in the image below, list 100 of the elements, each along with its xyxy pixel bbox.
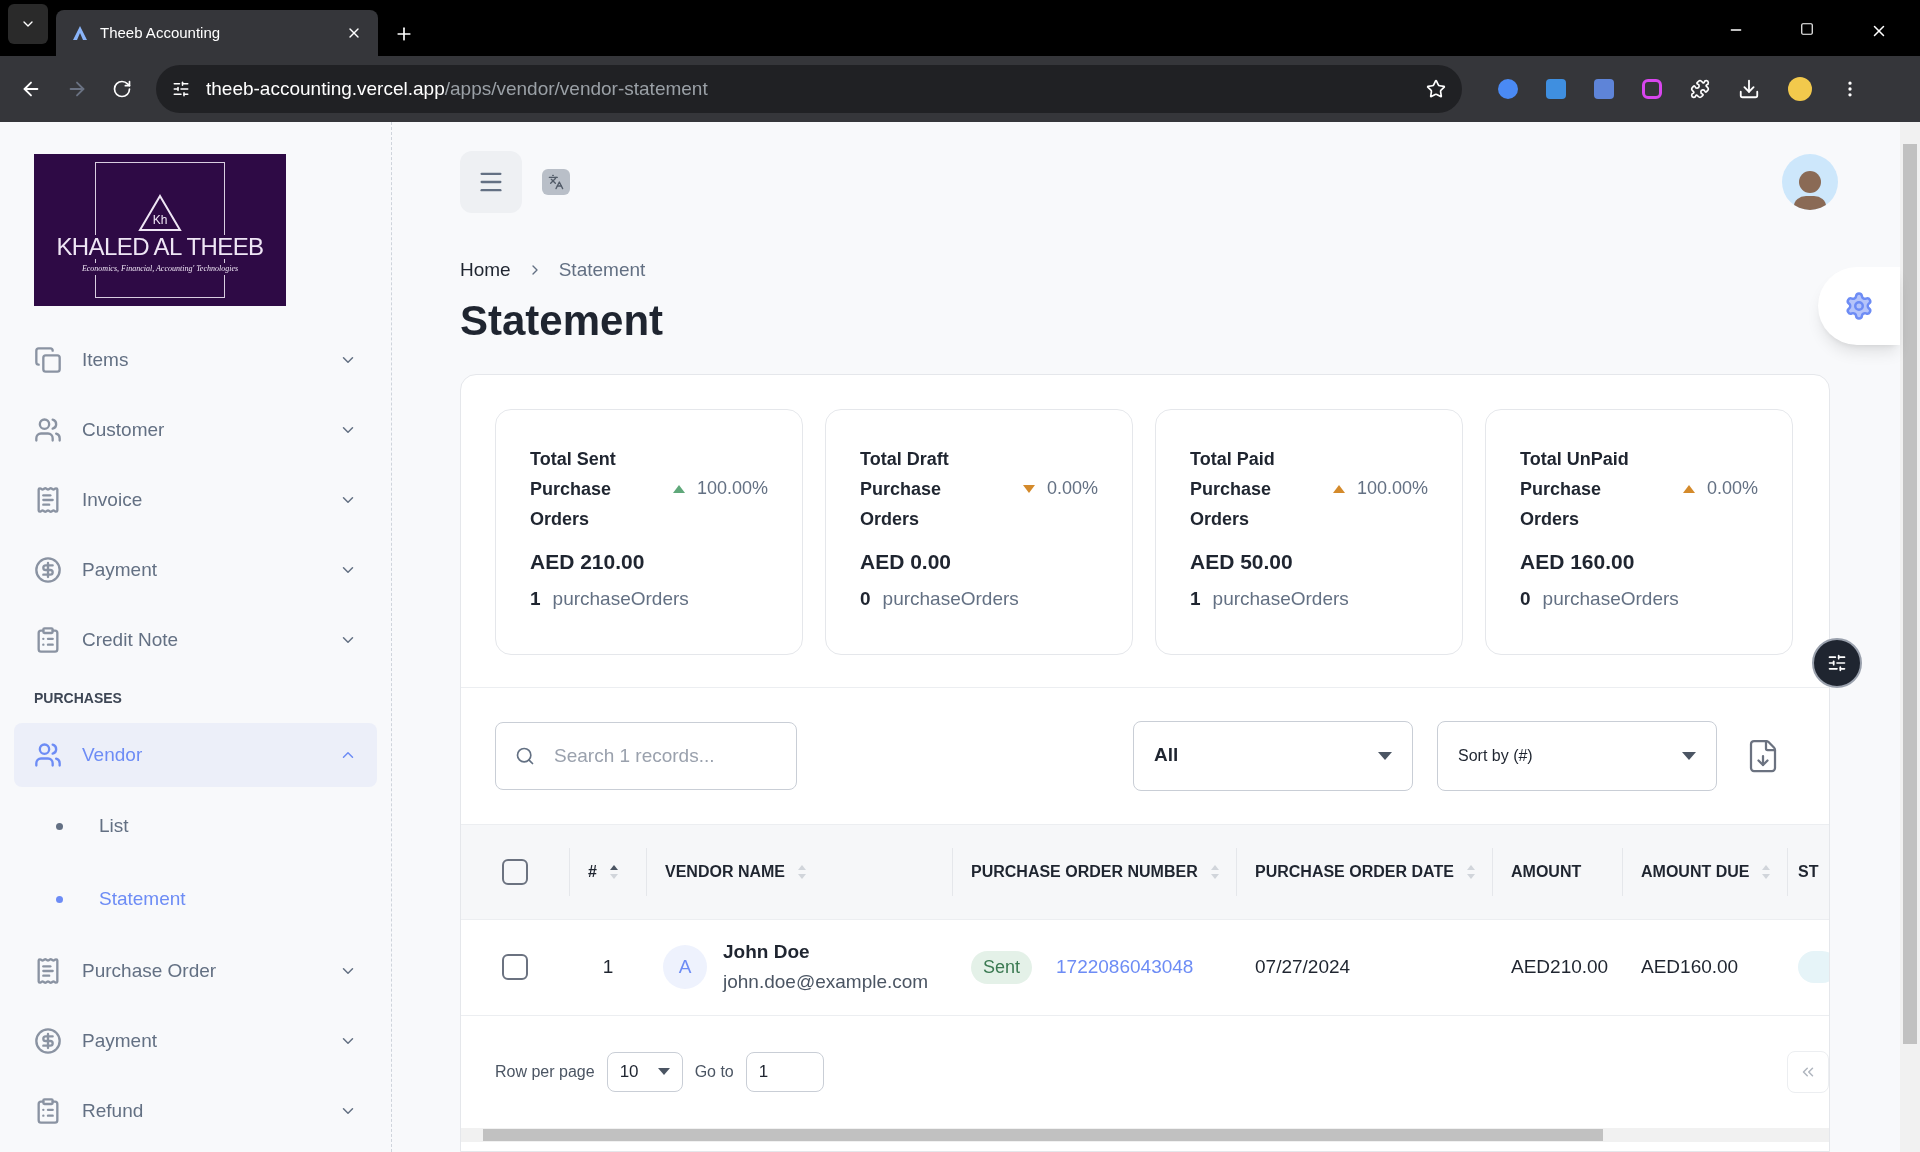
column-header[interactable]: ST	[1788, 847, 1829, 896]
translate-button[interactable]	[542, 169, 570, 195]
horizontal-scrollbar[interactable]	[461, 1127, 1829, 1142]
rows-per-page-select[interactable]: 10	[606, 1051, 683, 1092]
bullet-icon	[56, 896, 63, 903]
status-dropdown[interactable]: All	[1133, 720, 1413, 791]
filter-button[interactable]	[1812, 638, 1862, 688]
extension-icon[interactable]	[1546, 79, 1566, 99]
dollar-coin-icon	[34, 1027, 62, 1055]
vendor-name: John Doe	[723, 940, 811, 964]
sidebar-item[interactable]: Refund	[14, 1079, 377, 1143]
caret-icon	[1378, 751, 1392, 760]
stat-count: 1	[1190, 587, 1201, 611]
table-cell: 07/27/2024	[1255, 955, 1351, 977]
sliders-icon	[1827, 653, 1847, 673]
caret-icon	[657, 1068, 670, 1075]
user-avatar[interactable]	[1782, 154, 1838, 210]
bookmark-icon[interactable]	[1426, 79, 1446, 99]
goto-label: Go to	[694, 1061, 734, 1082]
stat-amount: AED 50.00	[1190, 548, 1294, 575]
copy-icon	[34, 346, 62, 374]
stat-change: 100.00%	[1356, 477, 1428, 500]
url-text: theeb-accounting.vercel.app/apps/vendor/vendor-statement	[206, 76, 709, 101]
download-icon[interactable]	[1738, 78, 1760, 100]
extension-icon[interactable]	[1498, 79, 1518, 99]
breadcrumb-link[interactable]: Home	[460, 256, 511, 285]
users-icon	[34, 741, 62, 769]
status-badge: Sent	[971, 950, 1033, 984]
column-header[interactable]: #	[569, 847, 647, 896]
page-title: Statement	[460, 295, 665, 346]
column-header[interactable]: AMOUNT	[1493, 847, 1623, 896]
site-logo-icon	[72, 25, 88, 41]
stat-count: 0	[1520, 587, 1531, 611]
stat-title: Total Paid Purchase Orders	[1190, 447, 1276, 531]
table-cell: AED160.00	[1641, 955, 1739, 977]
sidebar-item[interactable]: Customer	[14, 398, 377, 462]
table-cell: AED210.00	[1511, 955, 1609, 977]
sort-icon[interactable]	[608, 863, 619, 880]
stat-title: Total Sent Purchase Orders	[530, 447, 617, 531]
stat-change: 0.00%	[1046, 477, 1098, 500]
column-header[interactable]: PURCHASE ORDER DATE	[1237, 847, 1493, 896]
receipt-icon	[34, 486, 62, 514]
row-checkbox[interactable]	[502, 954, 528, 980]
site-settings-icon[interactable]	[172, 80, 190, 98]
extension-icon[interactable]	[1642, 79, 1662, 99]
tab-title: Theeb Accounting	[100, 22, 222, 43]
stat-title: Total UnPaid Purchase Orders	[1520, 447, 1630, 531]
menu-button[interactable]	[460, 151, 522, 213]
search-field[interactable]: Search 1 records...	[495, 721, 797, 790]
status-pill	[1798, 951, 1829, 983]
dollar-coin-icon	[34, 556, 62, 584]
translate-extension-icon[interactable]	[1594, 79, 1614, 99]
users-icon	[34, 416, 62, 444]
restore-icon[interactable]	[1800, 22, 1814, 36]
rows-per-page-label: Row per page	[495, 1061, 595, 1082]
sidebar-item[interactable]: Invoice	[14, 468, 377, 532]
reload-icon[interactable]	[112, 79, 132, 99]
goto-field[interactable]: 1	[745, 1051, 824, 1092]
caret-icon	[1682, 751, 1696, 760]
logo-tagline: Economics, Financial, Accounting' Technologies	[81, 263, 239, 275]
sidebar-item[interactable]: Payment	[14, 1009, 377, 1073]
address-bar[interactable]: theeb-accounting.vercel.app/apps/vendor/vendor-statement	[156, 65, 1462, 113]
receipt-icon	[34, 957, 62, 985]
stat-count-label: purchaseOrders	[882, 587, 1019, 611]
sidebar-item[interactable]: Purchase Order	[14, 939, 377, 1003]
sidebar-item[interactable]: Credit Note	[14, 608, 377, 672]
sidebar-subitem-label: Statement	[99, 887, 186, 912]
column-header[interactable]: PURCHASE ORDER NUMBER	[953, 847, 1237, 896]
breadcrumb-current: Statement	[558, 258, 646, 282]
extensions-icon[interactable]	[1690, 79, 1710, 99]
sidebar-subitem-label: List	[99, 814, 129, 839]
stat-amount: AED 0.00	[860, 548, 953, 575]
search-icon	[515, 745, 535, 766]
vendor-avatar: A	[663, 945, 707, 989]
translate-icon	[548, 174, 564, 190]
column-header[interactable]: AMOUNT DUE	[1623, 847, 1788, 896]
stat-amount: AED 210.00	[530, 548, 646, 575]
vendor-email: john.doe@example.com	[723, 970, 929, 994]
sort-dropdown[interactable]: Sort by (#)	[1437, 720, 1717, 791]
column-header[interactable]: VENDOR NAME	[647, 847, 953, 896]
browser-tab[interactable]: Theeb Accounting	[56, 10, 378, 56]
triangle-icon	[137, 193, 183, 233]
table-cell-text: 1	[602, 954, 614, 979]
sidebar-item[interactable]: Payment	[14, 538, 377, 602]
stat-count-label: purchaseOrders	[1212, 587, 1349, 611]
stat-change: 100.00%	[696, 477, 768, 500]
select-all-checkbox[interactable]	[502, 858, 528, 885]
settings-button[interactable]	[1818, 267, 1900, 345]
vertical-scrollbar[interactable]	[1900, 122, 1920, 1152]
stat-count-label: purchaseOrders	[1542, 587, 1679, 611]
section-heading: PURCHASES	[34, 689, 123, 708]
stat-count: 1	[530, 587, 541, 611]
stat-count: 0	[860, 587, 871, 611]
profile-icon[interactable]	[1788, 77, 1812, 101]
gear-icon	[1844, 291, 1874, 321]
stat-change: 0.00%	[1706, 477, 1758, 500]
sidebar-subitem[interactable]: List	[56, 793, 391, 860]
stat-title: Total Draft Purchase Orders	[860, 447, 950, 531]
sidebar-item[interactable]: Items	[14, 328, 377, 392]
bullet-icon	[56, 823, 63, 830]
